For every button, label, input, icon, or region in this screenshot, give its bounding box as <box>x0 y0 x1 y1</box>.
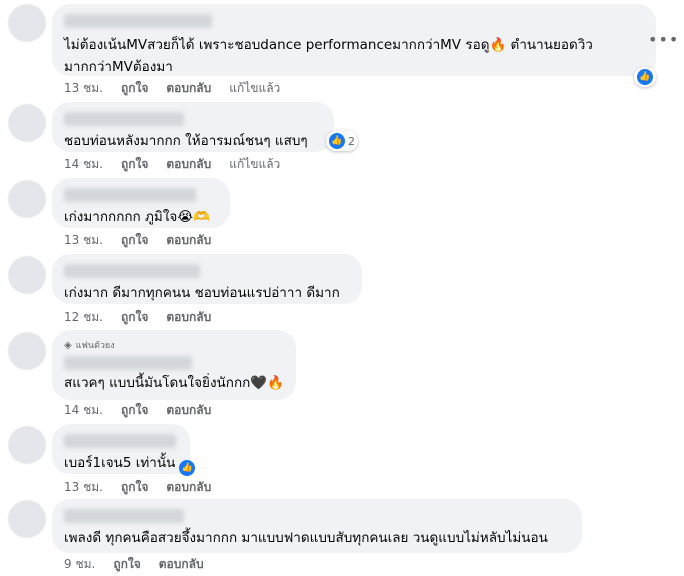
thumbs-up-icon: 👍 <box>329 133 345 149</box>
like-button[interactable]: ถูกใจ <box>121 231 148 250</box>
comment-bubble: เบอร์1เจน5 เท่านั้น 👍 <box>52 424 196 476</box>
commenter-name[interactable] <box>64 356 192 370</box>
edited-label[interactable]: แก้ไขแล้ว <box>229 79 280 98</box>
reaction-count[interactable]: 👍 <box>634 67 656 87</box>
fan-badge-label: แฟนตัวยง <box>75 341 115 351</box>
comment-time[interactable]: 13 ชม. <box>64 231 103 250</box>
comment-bubble: ชอบท่อนหลังมากกก ให้อารมณ์ชนๆ แสบๆ <box>52 102 334 152</box>
comment-text: สแวคๆ แบบนี้มันโดนใจยิ่งนักกก🖤🔥 <box>64 375 284 391</box>
reply-button[interactable]: ตอบกลับ <box>166 308 211 327</box>
comment-text: เบอร์1เจน5 เท่านั้น 👍 <box>64 452 196 476</box>
avatar[interactable] <box>8 332 46 370</box>
comment-meta: 12 ชม. ถูกใจ ตอบกลับ <box>64 309 211 325</box>
comment-bubble: ไม่ต้องเน้นMVสวยก็ได้ เพราะชอบdance perf… <box>52 4 656 76</box>
comment-text: ไม่ต้องเน้นMVสวยก็ได้ เพราะชอบdance perf… <box>64 37 593 75</box>
reply-button[interactable]: ตอบกลับ <box>166 155 211 174</box>
comment-bubble: เก่งมากกกกก ภูมิใจ😭🫶 <box>52 178 230 228</box>
comment-meta: 13 ชม. ถูกใจ ตอบกลับ <box>64 232 211 248</box>
comment-text: เก่งมากกกกก ภูมิใจ😭🫶 <box>64 209 210 225</box>
commenter-name[interactable] <box>64 264 200 278</box>
reaction-count[interactable]: 👍 2 <box>326 131 358 151</box>
comment-time[interactable]: 9 ชม. <box>64 555 95 574</box>
commenter-name[interactable] <box>64 509 184 523</box>
avatar[interactable] <box>8 256 46 294</box>
comment-time[interactable]: 13 ชม. <box>64 478 103 497</box>
diamond-icon: ◈ <box>64 339 72 351</box>
like-button[interactable]: ถูกใจ <box>121 79 148 98</box>
comment-text-content: เบอร์1เจน5 เท่านั้น <box>64 455 176 471</box>
avatar[interactable] <box>8 4 46 42</box>
comment-text: เก่งมาก ดีมากทุกคนน ชอบท่อนแรปอ่าาา ดีมา… <box>64 285 340 301</box>
reply-button[interactable]: ตอบกลับ <box>166 401 211 420</box>
like-button[interactable]: ถูกใจ <box>121 155 148 174</box>
thumbs-up-icon[interactable]: 👍 <box>179 460 196 476</box>
like-button[interactable]: ถูกใจ <box>121 401 148 420</box>
comment-time[interactable]: 12 ชม. <box>64 308 103 327</box>
thumbs-up-icon: 👍 <box>637 69 653 85</box>
reply-button[interactable]: ตอบกลับ <box>166 79 211 98</box>
comment-meta: 14 ชม. ถูกใจ ตอบกลับ แก้ไขแล้ว <box>64 156 280 172</box>
commenter-name[interactable] <box>64 14 212 28</box>
comment-bubble: เก่งมาก ดีมากทุกคนน ชอบท่อนแรปอ่าาา ดีมา… <box>52 254 362 304</box>
commenter-name[interactable] <box>64 112 184 126</box>
commenter-name[interactable] <box>64 434 176 448</box>
comment-meta: 9 ชม. ถูกใจ ตอบกลับ <box>64 556 204 572</box>
avatar[interactable] <box>8 500 46 538</box>
comment-time[interactable]: 14 ชม. <box>64 401 103 420</box>
fan-badge[interactable]: ◈ แฟนตัวยง <box>64 338 284 352</box>
comment-text: เพลงดี ทุกคนคือสวยจึ้งมากกก มาแบบฟาดแบบส… <box>64 530 548 546</box>
more-dots-icon[interactable]: ••• <box>648 30 679 49</box>
edited-label[interactable]: แก้ไขแล้ว <box>229 155 280 174</box>
like-button[interactable]: ถูกใจ <box>113 555 140 574</box>
like-button[interactable]: ถูกใจ <box>121 478 148 497</box>
comment-time[interactable]: 14 ชม. <box>64 155 103 174</box>
comment-bubble: เพลงดี ทุกคนคือสวยจึ้งมากกก มาแบบฟาดแบบส… <box>52 499 582 553</box>
comment-time[interactable]: 13 ชม. <box>64 79 103 98</box>
reply-button[interactable]: ตอบกลับ <box>159 555 204 574</box>
avatar[interactable] <box>8 104 46 142</box>
reply-button[interactable]: ตอบกลับ <box>166 231 211 250</box>
commenter-name[interactable] <box>64 188 196 202</box>
comment-meta: 13 ชม. ถูกใจ ตอบกลับ แก้ไขแล้ว <box>64 80 280 96</box>
avatar[interactable] <box>8 426 46 464</box>
reaction-number: 2 <box>348 134 355 148</box>
comment-bubble: ◈ แฟนตัวยง สแวคๆ แบบนี้มันโดนใจยิ่งนักกก… <box>52 330 296 400</box>
reply-button[interactable]: ตอบกลับ <box>166 478 211 497</box>
comment-meta: 14 ชม. ถูกใจ ตอบกลับ <box>64 402 211 418</box>
avatar[interactable] <box>8 180 46 218</box>
comment-text: ชอบท่อนหลังมากกก ให้อารมณ์ชนๆ แสบๆ <box>64 133 308 149</box>
comment-meta: 13 ชม. ถูกใจ ตอบกลับ <box>64 479 211 495</box>
like-button[interactable]: ถูกใจ <box>121 308 148 327</box>
